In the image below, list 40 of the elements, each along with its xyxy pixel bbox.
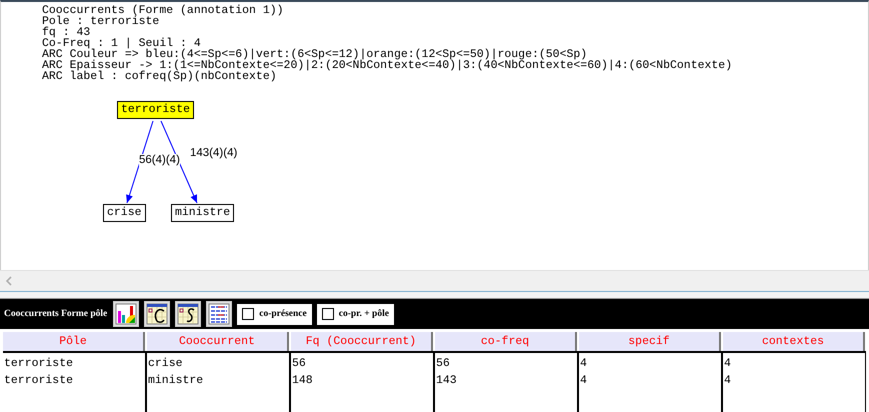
table-cell-text: 4 xyxy=(579,373,588,389)
graph-node[interactable]: terroriste xyxy=(117,101,194,119)
column-header[interactable]: co-freq xyxy=(435,332,577,351)
column-header[interactable]: specif xyxy=(579,332,721,351)
column-header[interactable]: Pôle xyxy=(3,332,145,351)
table-cell-text: 56 xyxy=(291,356,307,372)
graph-node[interactable]: ministre xyxy=(171,204,234,222)
graph-node[interactable]: crise xyxy=(103,204,146,222)
edge-label: 56(4)(4) xyxy=(139,154,180,167)
column-header[interactable]: Fq (Cooccurrent) xyxy=(291,332,433,351)
checkbox-label: co-présence xyxy=(259,309,307,319)
table-cell-text: crise xyxy=(147,356,184,372)
checkbox[interactable] xyxy=(322,308,334,320)
info-line: Co-Freq : 1 | Seuil : 4 xyxy=(42,38,201,49)
table-cell-text: 4 xyxy=(723,356,732,372)
table-cell-text: 4 xyxy=(723,373,732,389)
letter-s-grid-button[interactable] xyxy=(175,301,202,327)
table-cell-text: terroriste xyxy=(3,356,74,372)
table-cell-text: 143 xyxy=(435,373,458,389)
edge-label: 143(4)(4) xyxy=(190,147,238,160)
horizontal-scrollbar[interactable] xyxy=(0,270,869,292)
info-line: Pole : terroriste xyxy=(42,16,160,27)
table-cell-text: ministre xyxy=(147,373,204,389)
table-cell-text: 148 xyxy=(291,373,314,389)
letter-c-grid-button[interactable] xyxy=(144,301,170,327)
info-line: ARC label : cofreq(Sp)(nbContexte) xyxy=(42,71,277,82)
info-line: fq : 43 xyxy=(42,27,92,38)
column-header[interactable]: contextes xyxy=(723,332,865,351)
info-line: ARC Epaisseur -> 1:(1<=NbContexte<=20)|2:(20<NbContexte<=40)|3:(40<NbContexte<=60)|4:(60<NbContexte) xyxy=(42,60,734,71)
table-cell-text: 4 xyxy=(579,356,588,372)
chart-button[interactable] xyxy=(113,301,140,327)
info-line: ARC Couleur => bleu:(4<=Sp<=6)|vert:(6<Sp<=12)|orange:(12<Sp<=50)|rouge:(50<Sp) xyxy=(42,49,588,60)
checkbox-label: co-pr. + pôle xyxy=(338,309,389,319)
checkbox[interactable] xyxy=(242,308,254,320)
table-cell-text: 56 xyxy=(435,356,451,372)
panel-title: Cooccurrents Forme pôle xyxy=(4,309,108,319)
table-cell-text: terroriste xyxy=(3,373,74,389)
list-button[interactable] xyxy=(206,301,232,327)
column-header[interactable]: Cooccurrent xyxy=(147,332,289,351)
info-line: Cooccurrents (Forme (annotation 1)) xyxy=(42,5,285,16)
